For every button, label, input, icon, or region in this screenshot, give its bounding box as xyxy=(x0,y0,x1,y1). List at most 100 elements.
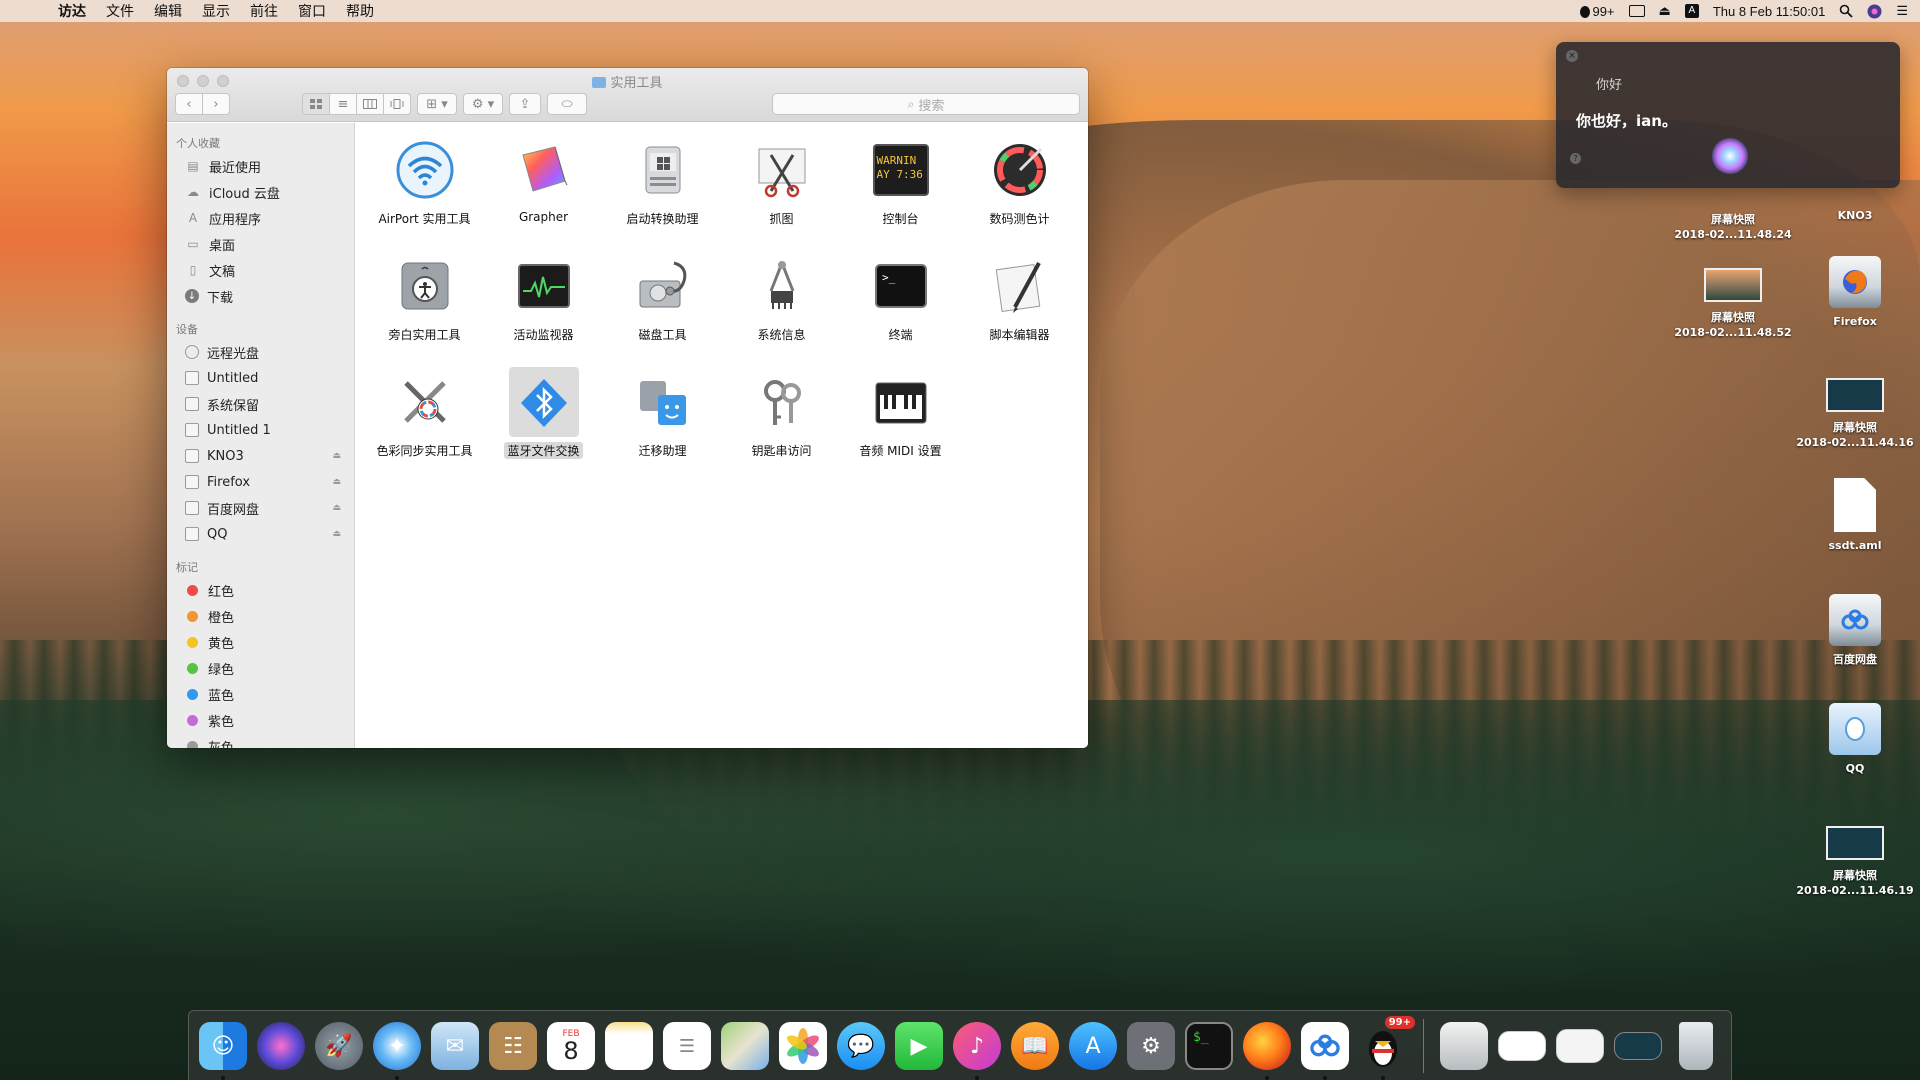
dock-siri[interactable] xyxy=(255,1020,307,1072)
sidebar-tag-gray[interactable]: 灰色 xyxy=(167,733,354,748)
column-view-button[interactable] xyxy=(356,93,384,115)
sidebar-tag-green[interactable]: 绿色 xyxy=(167,655,354,681)
eject-icon[interactable]: ⏏ xyxy=(332,477,341,487)
app-activity-monitor[interactable]: 活动监视器 xyxy=(484,249,603,365)
app-audio-midi-setup[interactable]: 音频 MIDI 设置 xyxy=(841,365,960,481)
sidebar-item-untitled-1[interactable]: Untitled 1 xyxy=(167,417,354,443)
dock-terminal[interactable]: $_ xyxy=(1183,1020,1235,1072)
dock-ibooks[interactable]: 📖 xyxy=(1009,1020,1061,1072)
app-voiceover-utility[interactable]: 旁白实用工具 xyxy=(365,249,484,365)
menu-go[interactable]: 前往 xyxy=(240,1,288,21)
dock-photos[interactable] xyxy=(777,1020,829,1072)
clock[interactable]: Thu 8 Feb 11:50:01 xyxy=(1713,4,1826,19)
sidebar-item-untitled[interactable]: Untitled xyxy=(167,365,354,391)
sidebar-tag-blue[interactable]: 蓝色 xyxy=(167,681,354,707)
menu-help[interactable]: 帮助 xyxy=(336,1,384,21)
sidebar-item-remote-disc[interactable]: 远程光盘 xyxy=(167,339,354,365)
dock-calendar[interactable]: FEB 8 xyxy=(545,1020,597,1072)
sidebar-tag-yellow[interactable]: 黄色 xyxy=(167,629,354,655)
menu-edit[interactable]: 编辑 xyxy=(144,1,192,21)
dock-baidu-netdisk[interactable] xyxy=(1299,1020,1351,1080)
eject-icon[interactable]: ⏏ xyxy=(1659,3,1671,19)
coverflow-view-button[interactable] xyxy=(383,93,411,115)
eject-icon[interactable]: ⏏ xyxy=(332,503,341,513)
dock-documents-stack[interactable] xyxy=(1438,1020,1490,1072)
sidebar-tag-orange[interactable]: 橙色 xyxy=(167,603,354,629)
app-keychain-access[interactable]: 钥匙串访问 xyxy=(722,365,841,481)
app-disk-utility[interactable]: 磁盘工具 xyxy=(603,249,722,365)
dock-mail[interactable]: ✉ xyxy=(429,1020,481,1072)
arrange-button[interactable]: ⊞ ▾ xyxy=(417,93,457,115)
sidebar-item-qq[interactable]: QQ ⏏ xyxy=(167,521,354,547)
sidebar-item-icloud[interactable]: ☁ iCloud 云盘 xyxy=(167,179,354,205)
eject-icon[interactable]: ⏏ xyxy=(332,529,341,539)
sidebar-tag-purple[interactable]: 紫色 xyxy=(167,707,354,733)
desktop-screenshot-2[interactable]: 屏幕快照 2018-02...11.48.52 xyxy=(1673,268,1793,340)
siri-orb-icon[interactable] xyxy=(1712,138,1748,174)
menu-window[interactable]: 窗口 xyxy=(288,1,336,21)
dock-itunes[interactable]: ♪ xyxy=(951,1020,1003,1080)
menu-finder[interactable]: 访达 xyxy=(48,1,96,21)
app-colorsync-utility[interactable]: 色彩同步实用工具 xyxy=(365,365,484,481)
sidebar-item-system-reserved[interactable]: 系统保留 xyxy=(167,391,354,417)
siri-menu-icon[interactable] xyxy=(1867,4,1882,19)
app-system-information[interactable]: 系统信息 xyxy=(722,249,841,365)
desktop-drive-kno3[interactable]: KNO3 xyxy=(1795,160,1915,223)
desktop-drive-baidu[interactable]: 百度网盘 xyxy=(1795,594,1915,667)
sidebar-item-documents[interactable]: ▯ 文稿 xyxy=(167,257,354,283)
sidebar-tag-red[interactable]: 红色 xyxy=(167,577,354,603)
dock-system-preferences[interactable]: ⚙ xyxy=(1125,1020,1177,1072)
notification-center-icon[interactable]: ☰ xyxy=(1896,3,1908,19)
app-digital-color-meter[interactable]: 数码测色计 xyxy=(960,133,1079,249)
app-grapher[interactable]: Grapher xyxy=(484,133,603,249)
desktop-file-ssdt[interactable]: ssdt.aml xyxy=(1795,478,1915,553)
sidebar-item-firefox[interactable]: Firefox ⏏ xyxy=(167,469,354,495)
icon-view-button[interactable] xyxy=(302,93,330,115)
sidebar-item-applications[interactable]: A 应用程序 xyxy=(167,205,354,231)
sidebar-item-baidu[interactable]: 百度网盘 ⏏ xyxy=(167,495,354,521)
dock-safari[interactable]: ✦ xyxy=(371,1020,423,1080)
sidebar-item-desktop[interactable]: ▭ 桌面 xyxy=(167,231,354,257)
app-script-editor[interactable]: 脚本编辑器 xyxy=(960,249,1079,365)
menu-file[interactable]: 文件 xyxy=(96,1,144,21)
dock-qq[interactable]: 99+ xyxy=(1357,1016,1415,1080)
dock-screenshot-stack-1[interactable] xyxy=(1496,1020,1548,1072)
app-bluetooth-file-exchange[interactable]: 蓝牙文件交换 xyxy=(484,365,603,481)
dock-notes[interactable] xyxy=(603,1020,655,1072)
sidebar-item-recents[interactable]: ▤ 最近使用 xyxy=(167,153,354,179)
display-mirroring-icon[interactable] xyxy=(1628,5,1645,17)
dock-launchpad[interactable]: 🚀 xyxy=(313,1020,365,1072)
desktop-screenshot-4[interactable]: 屏幕快照 2018-02...11.46.19 xyxy=(1795,826,1915,898)
forward-button[interactable]: › xyxy=(202,93,230,115)
dock-messages[interactable]: 💬 xyxy=(835,1020,887,1072)
app-grab[interactable]: 抓图 xyxy=(722,133,841,249)
dock-facetime[interactable]: ▶ xyxy=(893,1020,945,1072)
tags-button[interactable]: ⬭ xyxy=(547,93,587,115)
app-airport-utility[interactable]: AirPort 实用工具 xyxy=(365,133,484,249)
back-button[interactable]: ‹ xyxy=(175,93,203,115)
desktop-drive-qq[interactable]: QQ xyxy=(1795,703,1915,776)
dock-maps[interactable] xyxy=(719,1020,771,1072)
share-button[interactable]: ⇪ xyxy=(509,93,541,115)
menu-view[interactable]: 显示 xyxy=(192,1,240,21)
app-terminal[interactable]: >_ 终端 xyxy=(841,249,960,365)
dock-app-store[interactable]: A xyxy=(1067,1020,1119,1072)
qq-status-item[interactable]: 99+ xyxy=(1578,4,1615,19)
app-migration-assistant[interactable]: 迁移助理 xyxy=(603,365,722,481)
desktop-drive-firefox[interactable]: Firefox xyxy=(1795,256,1915,329)
list-view-button[interactable]: ≡ xyxy=(329,93,357,115)
dock-reminders[interactable]: ☰ xyxy=(661,1020,713,1072)
sidebar-item-downloads[interactable]: ↓ 下载 xyxy=(167,283,354,309)
action-gear-button[interactable]: ⚙ ▾ xyxy=(463,93,503,115)
siri-close-button[interactable]: × xyxy=(1566,50,1578,62)
dock-screenshot-stack-2[interactable] xyxy=(1554,1020,1606,1072)
app-boot-camp-assistant[interactable]: 启动转换助理 xyxy=(603,133,722,249)
dock-firefox[interactable] xyxy=(1241,1020,1293,1080)
desktop-screenshot-3[interactable]: 屏幕快照 2018-02...11.44.16 xyxy=(1795,378,1915,450)
app-console[interactable]: WARNIN AY 7:36 控制台 xyxy=(841,133,960,249)
sidebar-item-kno3[interactable]: KNO3 ⏏ xyxy=(167,443,354,469)
input-source-icon[interactable]: A xyxy=(1684,4,1699,18)
search-field[interactable]: ⌕ 搜索 xyxy=(772,93,1080,115)
dock-finder[interactable]: ☺ xyxy=(197,1020,249,1080)
dock-screenshot-stack-3[interactable] xyxy=(1612,1020,1664,1072)
